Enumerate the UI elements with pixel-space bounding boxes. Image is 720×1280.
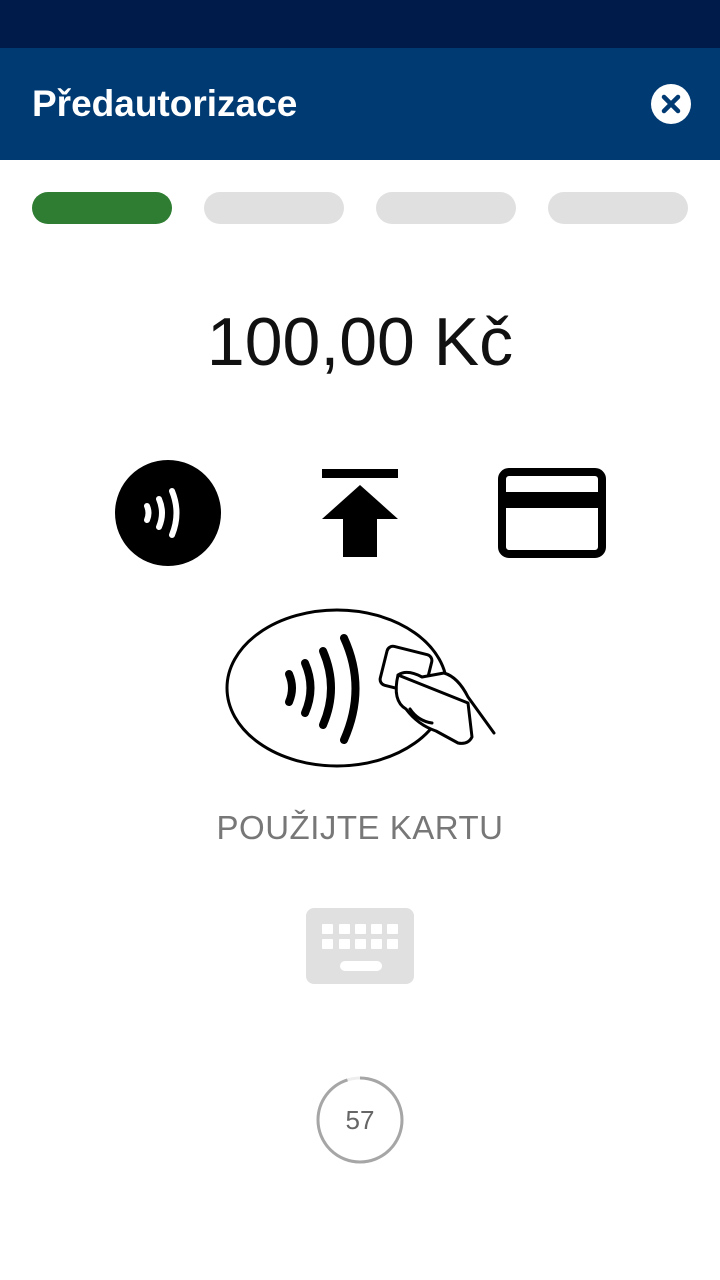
instruction-text: POUŽIJTE KARTU [216, 809, 504, 846]
close-icon [651, 84, 691, 124]
app-bar: Předautorizace [0, 48, 720, 160]
step-3 [376, 192, 516, 224]
step-indicator [32, 192, 688, 224]
page-title: Předautorizace [32, 83, 298, 124]
amount-display: 100,00 Kč [206, 304, 514, 380]
step-2 [204, 192, 344, 224]
step-4 [548, 192, 688, 224]
step-1 [32, 192, 172, 224]
countdown-value: 57 [345, 1105, 375, 1135]
tap-card-illustration [225, 608, 496, 768]
keyboard-icon[interactable] [306, 908, 414, 984]
status-bar [0, 0, 720, 48]
contactless-icon[interactable] [114, 459, 222, 567]
insert-card-icon[interactable] [320, 469, 400, 557]
close-button[interactable] [651, 84, 691, 124]
swipe-card-icon[interactable] [498, 468, 606, 558]
countdown-timer: 57 [315, 1075, 405, 1165]
